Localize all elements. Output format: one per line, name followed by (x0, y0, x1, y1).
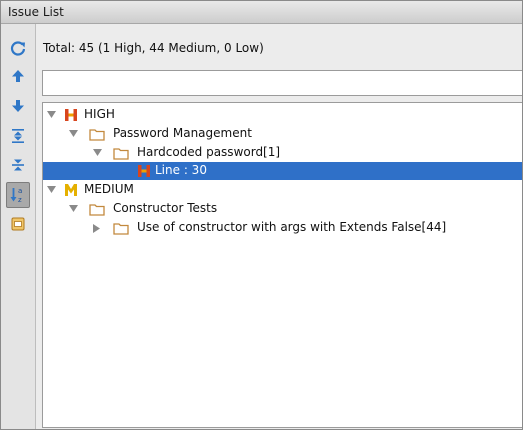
high-severity-icon (136, 162, 152, 180)
tree-node-password-management[interactable]: Password Management (43, 125, 522, 143)
refresh-button[interactable] (7, 37, 29, 59)
tree-node-medium[interactable]: MEDIUM (43, 181, 522, 199)
folder-icon (113, 219, 129, 237)
tree-node-label: Use of constructor with args with Extend… (137, 220, 447, 234)
group-button[interactable] (7, 213, 29, 235)
issue-list-window: Issue List a z Total: 45 (1 High, 44 Med… (0, 0, 523, 430)
tree-node-label: Password Management (113, 126, 252, 140)
tree-node-hardcoded-password[interactable]: Hardcoded password[1] (43, 144, 522, 162)
expand-all-icon (12, 129, 24, 143)
side-toolbar: a z (1, 24, 36, 429)
expand-arrow-icon[interactable] (45, 181, 57, 199)
issue-summary: Total: 45 (1 High, 44 Medium, 0 Low) (43, 41, 264, 55)
filter-input[interactable] (42, 70, 522, 96)
tree-node-label: HIGH (84, 107, 115, 121)
expand-arrow-icon[interactable] (45, 106, 57, 124)
high-severity-icon (63, 106, 79, 124)
arrow-up-icon (12, 70, 24, 82)
refresh-icon (10, 41, 26, 56)
tree-node-constructor-tests[interactable]: Constructor Tests (43, 200, 522, 218)
tree-node-label: Hardcoded password[1] (137, 145, 281, 159)
sort-by-name-button[interactable]: a z (6, 182, 30, 208)
sort-az-icon: a z (10, 187, 22, 204)
group-icon (11, 217, 25, 231)
next-issue-button[interactable] (7, 95, 29, 117)
collapse-all-icon (12, 159, 24, 171)
svg-text:z: z (18, 196, 22, 204)
folder-icon (89, 125, 105, 143)
collapse-arrow-icon[interactable] (91, 219, 103, 237)
collapse-all-button[interactable] (7, 154, 29, 176)
previous-issue-button[interactable] (7, 65, 29, 87)
arrow-down-icon (12, 100, 24, 112)
issue-tree[interactable]: HIGH Password Management Hardcoded passw… (42, 102, 522, 428)
tree-node-label: Line : 30 (155, 163, 207, 177)
expand-all-button[interactable] (7, 125, 29, 147)
window-title: Issue List (8, 5, 64, 19)
expand-arrow-icon[interactable] (67, 125, 79, 143)
medium-severity-icon (63, 181, 79, 199)
tree-node-line-30[interactable]: Line : 30 (43, 162, 522, 180)
expand-arrow-icon[interactable] (67, 200, 79, 218)
tree-node-label: Constructor Tests (113, 201, 218, 215)
tree-node-constructor-args[interactable]: Use of constructor with args with Extend… (43, 219, 522, 237)
title-bar: Issue List (1, 1, 522, 24)
expand-arrow-icon[interactable] (91, 144, 103, 162)
svg-text:a: a (18, 187, 22, 195)
folder-icon (89, 200, 105, 218)
tree-node-high[interactable]: HIGH (43, 106, 522, 124)
folder-icon (113, 144, 129, 162)
tree-node-label: MEDIUM (84, 182, 134, 196)
